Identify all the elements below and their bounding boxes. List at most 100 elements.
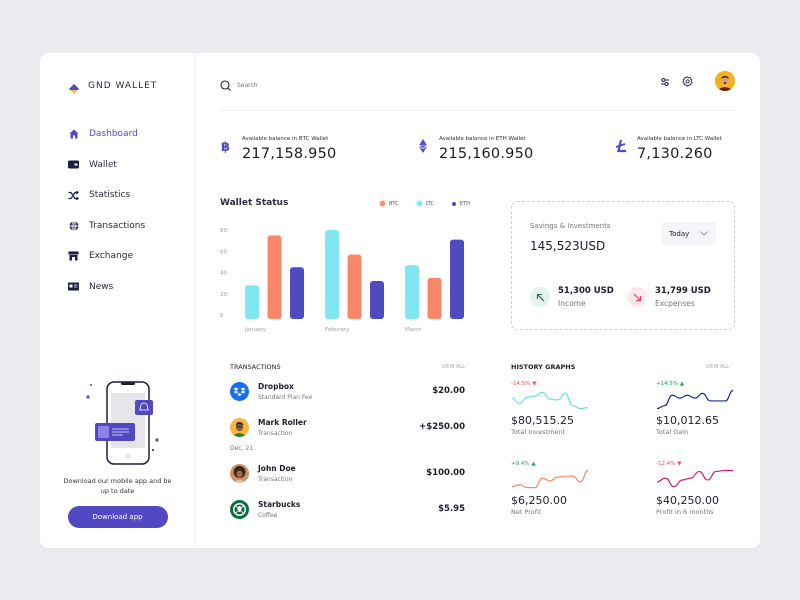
bar-eth-january[interactable] [290,267,304,319]
bar-ltc-january[interactable] [245,285,259,319]
promo-text: Download our mobile app and be up to dat… [63,477,172,495]
balance-value: 7,130.260 [637,146,713,162]
starbucks-icon [230,499,249,519]
filter-icon[interactable] [660,72,670,91]
transaction-row[interactable]: John Doe Transaction $100.00 [230,455,465,491]
legend-eth[interactable]: ETH [452,201,470,207]
download-app-button[interactable]: Download app [67,506,168,528]
transaction-row[interactable]: Mark Roller Transaction +$250.00 [230,409,465,445]
balance-value: 217,158.950 [242,146,337,162]
litecoin-icon [615,138,627,153]
arrow-up-left-icon [530,287,550,307]
bar-eth-feburary[interactable] [370,281,384,319]
bar-ltc-feburary[interactable] [325,230,339,319]
news-icon [68,281,79,292]
ethereum-icon [417,138,429,153]
app-logo[interactable]: GND WALLET [68,80,158,94]
avatar [230,463,249,483]
sparkline [656,389,734,410]
top-actions [660,71,735,91]
history-value: $10,012.65 [656,414,719,427]
income-value: 51,300 USD [558,286,614,296]
wallet-status-bar-chart: 80 60 40 20 0 January Feburary March [220,228,464,333]
balance-label: Available balance in BTC Wallet [242,136,329,142]
bar-eth-march[interactable] [450,239,464,319]
transaction-name: Starbucks [258,499,301,509]
dropbox-icon [230,381,249,401]
history-value: $80,515.25 [511,414,574,427]
svg-text:฿: ฿ [221,140,230,153]
legend-ltc[interactable]: LTC [416,201,434,207]
transaction-row[interactable]: Starbucks Coffee $5.95 [230,491,465,527]
search-icon[interactable] [220,76,231,95]
main-content: ฿ Available balance in BTC Wallet 217,15… [195,53,760,548]
transactions-title: TRANSACTIONS [230,363,281,371]
sidebar-item-label: Wallet [89,159,117,170]
wallet-icon [68,159,79,170]
history-view-all-link[interactable]: VIEW ALL [705,364,729,370]
change-percent: -14.5% ▼ [511,381,537,387]
change-percent: +14.5% ▲ [656,381,685,387]
gear-icon[interactable] [682,72,693,91]
dashboard-card: GND WALLET Dashboard Wallet Statistics T… [40,53,760,548]
sidebar-item-dashboard[interactable]: Dashboard [68,119,145,150]
history-graph-card[interactable]: -12.4% ▼ $40,250.00 Profit in 6 months [656,461,736,516]
sidebar-item-label: Statistics [89,190,131,201]
transactions-header: TRANSACTIONS VIEW ALL [230,361,465,373]
history-value: $40,250.00 [656,494,719,507]
balance-btc: ฿ Available balance in BTC Wallet 217,15… [220,136,336,162]
bar-btc-feburary[interactable] [347,254,362,319]
bar-btc-january[interactable] [267,235,282,319]
transaction-row[interactable]: Dropbox Standard Plan Fee $20.00 [230,373,465,409]
search-bar[interactable] [220,76,387,95]
balance-value: 215,160.950 [439,146,534,162]
sidebar-item-statistics[interactable]: Statistics [68,180,145,211]
bar-btc-march[interactable] [427,277,442,319]
sparkline-path [656,389,734,410]
bar-ltc-march[interactable] [405,265,419,319]
y-tick-label: 20 [220,292,227,298]
transactions-view-all-link[interactable]: VIEW ALL [441,364,465,370]
transaction-amount: +$250.00 [419,422,465,432]
legend-btc[interactable]: BTC [379,201,399,207]
y-tick-label: 0 [220,313,224,319]
history-label: Net Profit [511,508,542,516]
history-graph-card[interactable]: +14.5% ▲ $10,012.65 Total Gain [656,381,736,436]
change-percent: +9.4% ▲ [511,461,536,467]
balance-label: Available balance in LTC Wallet [637,136,722,142]
legend-label: BTC [388,201,399,207]
sidebar-item-news[interactable]: News [68,272,145,303]
search-input[interactable] [237,82,387,89]
sidebar-item-exchange[interactable]: Exchange [68,241,145,272]
avatar [230,417,249,437]
y-tick-label: 60 [220,249,227,255]
transaction-amount: $100.00 [426,468,465,478]
history-graphs-panel: HISTORY GRAPHS VIEW ALL -14.5% ▼ $80,515.… [511,361,734,548]
user-avatar[interactable] [715,71,735,91]
sidebar-nav: Dashboard Wallet Statistics Transactions… [68,119,145,302]
phone-illustration [85,381,159,465]
balance-label: Available balance in ETH Wallet [439,136,526,142]
sidebar-item-label: Exchange [89,251,133,262]
logo-icon [68,80,80,94]
history-graphs-grid: -14.5% ▼ $80,515.25 Total Investment +14.5%… [511,373,734,548]
balance-ltc: Available balance in LTC Wallet 7,130.26… [615,136,722,162]
y-tick-label: 80 [220,228,227,234]
history-graph-card[interactable]: -14.5% ▼ $80,515.25 Total Investment [511,381,591,436]
app-name: GND WALLET [88,81,158,91]
expenses-stat: 31,799 USD Excpenses [627,286,711,308]
sidebar-item-label: News [89,281,114,292]
savings-panel: Savings & Investments 145,523USD Today 5… [511,201,735,330]
sparkline [511,391,589,410]
transaction-date-group: Dec, 21 [230,445,254,452]
transaction-desc: Standard Plan Fee [258,393,313,401]
history-graph-card[interactable]: +9.4% ▲ $6,250.00 Net Profit [511,461,591,516]
sidebar-item-label: Transactions [89,220,146,231]
home-icon [68,129,79,140]
sidebar-item-wallet[interactable]: Wallet [68,150,145,181]
sidebar-item-transactions[interactable]: Transactions [68,211,145,242]
sparkline-path [656,469,733,488]
sparkline [656,469,733,488]
period-dropdown[interactable]: Today [661,222,716,245]
income-label: Income [558,299,586,308]
